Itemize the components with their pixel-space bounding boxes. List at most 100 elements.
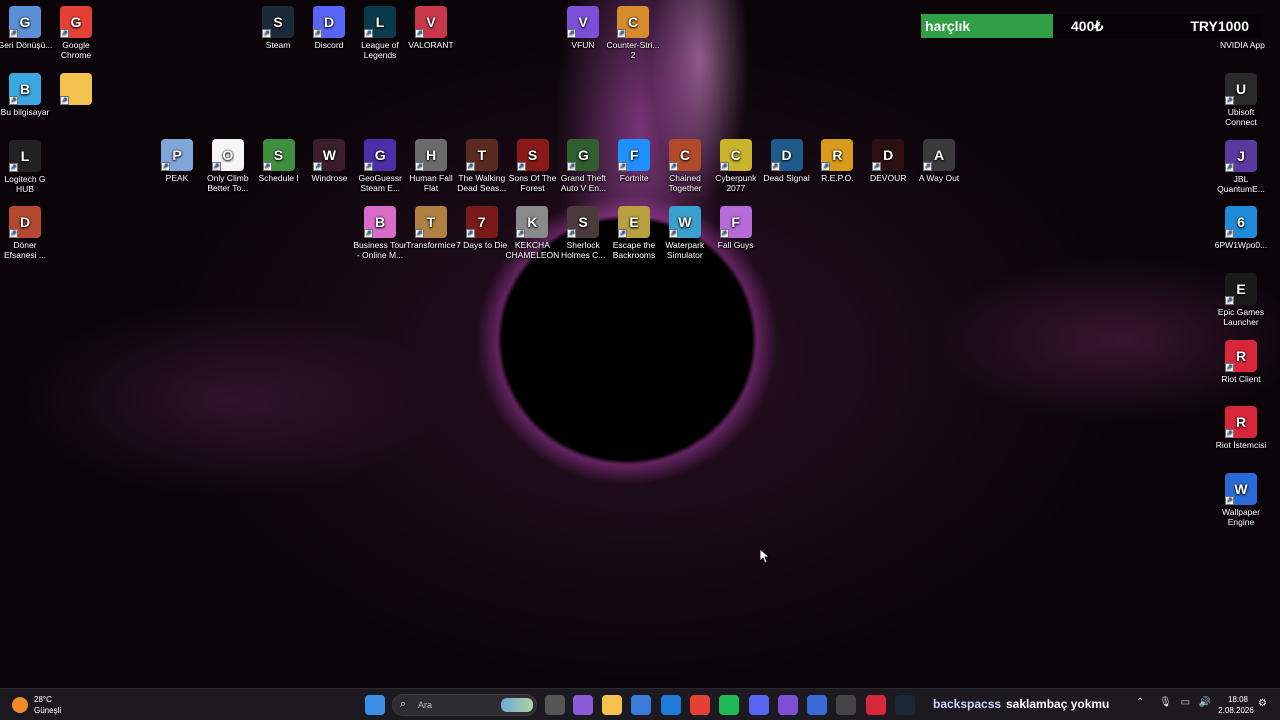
devour-icon: D ↗ [872,139,905,171]
desktop-shortcut[interactable]: S ↗ Steam [250,6,306,50]
shortcut-arrow-icon: ↗ [1225,496,1234,505]
desktop-shortcut[interactable]: S ↗ Schedule I [251,139,307,183]
shortcut-arrow-icon: ↗ [923,162,932,171]
volume-icon[interactable]: 🔊 [1199,697,1211,708]
taskbar-search-box[interactable]: ⌕ Ara [392,694,537,716]
schedule-icon: S ↗ [262,139,295,171]
desktop-shortcut[interactable]: S ↗ Sons Of The Forest [505,139,561,193]
desktop-shortcut[interactable]: F ↗ Fall Guys [708,206,764,250]
search-placeholder: Ara [418,700,433,710]
chrome-icon[interactable] [690,695,710,715]
desktop-shortcut[interactable]: B ↗ Business Tour - Online M... [352,206,408,260]
wallpaper-engine-icon: W ↗ [1225,473,1257,505]
desktop-shortcut[interactable]: D ↗ Dead Signal [759,139,815,183]
desktop-shortcut[interactable]: G ↗ GeoGuessr Steam E... [352,139,408,193]
desktop-shortcut[interactable]: V ↗ VFUN [555,6,611,50]
shortcut-arrow-icon: ↗ [1225,96,1234,105]
shortcut-arrow-icon: ↗ [161,162,170,171]
desktop-shortcut[interactable]: E ↗ Epic Games Launcher [1213,273,1269,327]
desktop-shortcut[interactable]: D ↗ DEVOUR [860,139,916,183]
shortcut-label: Dead Signal [763,173,810,183]
desktop-shortcut[interactable]: K ↗ KEKCHA CHAMELEON [504,206,560,260]
desktop-shortcut[interactable]: R ↗ R.E.P.O. [809,139,865,183]
steam-icon[interactable] [895,695,915,715]
desktop-shortcut[interactable]: R ↗ Riot Client [1213,340,1269,384]
shortcut-label: Riot Client [1221,374,1261,384]
desktop-shortcut[interactable]: O ↗ Only Climb Better To... [200,139,256,193]
shortcut-label: DEVOUR [870,173,907,183]
task-view-icon[interactable] [545,695,565,715]
desktop-shortcut[interactable]: P ↗ PEAK [149,139,205,183]
launcher-icon[interactable] [807,695,827,715]
notification-icon[interactable]: ⚙ [1258,698,1267,709]
file-icon: O ↗ [211,139,244,171]
riot-client-icon[interactable] [866,695,886,715]
copilot-icon[interactable] [573,695,593,715]
shortcut-label: Döner Efsanesi ... [3,240,47,260]
desktop-shortcut[interactable]: G ↗ Geri Dönüşü... [0,6,53,50]
obs-icon[interactable] [836,695,856,715]
desktop-shortcut[interactable]: T ↗ Transformice [403,206,459,250]
spotify-icon[interactable] [719,695,739,715]
desktop-shortcut[interactable]: E ↗ Escape the Backrooms [606,206,662,260]
desktop-shortcut[interactable]: 6 ↗ 6PW1Wpo0... [1213,206,1269,250]
start-icon[interactable] [365,695,385,715]
shortcut-label: Google Chrome [60,40,92,60]
outlook-icon[interactable] [661,695,681,715]
shortcut-arrow-icon: ↗ [567,29,576,38]
desktop-shortcut[interactable]: A ↗ A Way Out [911,139,967,183]
desktop-shortcut[interactable]: C ↗ Cyberpunk 2077 [708,139,764,193]
now-playing-title[interactable]: saklambaç yokmu [1006,697,1109,711]
shortcut-arrow-icon: ↗ [313,162,323,171]
shortcut-label: Business Tour - Online M... [353,240,407,260]
vfun-icon[interactable] [778,695,798,715]
shortcut-arrow-icon: ↗ [516,162,526,171]
shortcut-arrow-icon: ↗ [9,229,18,238]
discord-icon[interactable] [749,695,769,715]
desktop-shortcut[interactable]: L ↗ Logitech G HUB [0,140,53,194]
file-explorer-icon[interactable] [602,695,622,715]
desktop-shortcut[interactable]: V ↗ VALORANT [403,6,459,50]
shortcut-label: Steam [265,40,291,50]
store-icon[interactable] [631,695,651,715]
desktop-shortcut[interactable]: ↗ [48,73,104,107]
geoguessr-icon: G ↗ [364,139,397,171]
network-icon[interactable]: ▭ [1181,697,1190,708]
desktop-shortcut[interactable]: J ↗ JBL QuantumE... [1213,140,1269,194]
desktop-shortcut[interactable]: W ↗ Windrose [301,139,357,183]
desktop-shortcut[interactable]: F ↗ Fortnite [606,139,662,183]
desktop-shortcut[interactable]: L ↗ League of Legends [352,6,408,60]
desktop-shortcut[interactable]: H ↗ Human Fall Flat [403,139,459,193]
tray-chevron-icon[interactable]: ⌃ [1136,697,1144,708]
desktop-shortcut[interactable]: G ↗ Google Chrome [48,6,104,60]
discord-icon: D ↗ [313,6,345,38]
now-playing-artist[interactable]: backspacss [933,697,1001,711]
shortcut-arrow-icon: ↗ [364,229,373,238]
windrose-icon: W ↗ [313,139,346,171]
logitech-icon: L ↗ [9,140,41,172]
desktop-shortcut[interactable]: S ↗ Sherlock Holmes C... [555,206,611,260]
desktop-shortcut[interactable]: T ↗ The Walking Dead Seas... [454,139,510,193]
desktop-shortcut[interactable]: W ↗ Wallpaper Engine [1213,473,1269,527]
desktop-wallpaper [0,0,1280,688]
desktop-shortcut[interactable]: D ↗ Discord [301,6,357,50]
desktop-shortcut[interactable]: R ↗ Riot İstemcisi [1213,406,1269,450]
desktop-shortcut[interactable]: D ↗ Döner Efsanesi ... [0,206,53,260]
desktop-shortcut[interactable]: W ↗ Waterpark Simulator [657,206,713,260]
shortcut-arrow-icon: ↗ [618,162,628,171]
desktop-shortcut[interactable]: U ↗ Ubisoft Connect [1213,73,1269,127]
shortcut-arrow-icon: ↗ [719,162,729,171]
shortcut-label: Windrose [311,173,348,183]
desktop-shortcut[interactable]: C ↗ Counter-Stri... 2 [605,6,661,60]
clock-date[interactable]: 2.08.2026 [1214,706,1258,715]
desktop-shortcut[interactable]: C ↗ Chained Together [657,139,713,193]
desktop-shortcut[interactable]: B ↗ Bu bilgisayar [0,73,53,117]
microphone-icon[interactable]: 🎙 [1159,697,1172,708]
shortcut-label: Schedule I [258,173,299,183]
desktop-shortcut[interactable]: G ↗ Grand Theft Auto V En... [555,139,611,193]
desktop-shortcut[interactable]: 7 ↗ 7 Days to Die [454,206,510,250]
shortcut-label: VALORANT [408,40,454,50]
walking-dead-icon: T ↗ [465,139,498,171]
clock-time[interactable]: 18:08 [1220,695,1256,704]
shortcut-label: Sons Of The Forest [508,173,557,193]
